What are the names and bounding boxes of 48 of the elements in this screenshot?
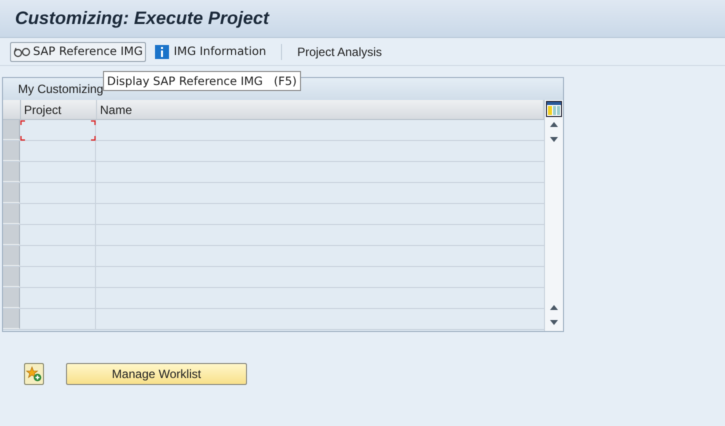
focus-marker-icon — [20, 120, 96, 141]
row-selector[interactable] — [3, 120, 20, 140]
tooltip: Display SAP Reference IMG (F5) — [103, 71, 301, 91]
row-selector[interactable] — [3, 141, 20, 161]
table-row[interactable] — [3, 288, 544, 309]
star-plus-icon — [26, 366, 42, 382]
table-row[interactable] — [3, 267, 544, 288]
table-row[interactable] — [3, 225, 544, 246]
table-row[interactable] — [3, 309, 544, 330]
table-cell[interactable] — [96, 225, 544, 245]
table-cell[interactable] — [96, 309, 544, 329]
glasses-icon — [13, 46, 31, 58]
info-icon — [154, 44, 169, 58]
manage-worklist-button[interactable]: Manage Worklist — [66, 363, 247, 385]
table-row[interactable] — [3, 204, 544, 225]
window-title: Customizing: Execute Project — [15, 7, 270, 30]
table-row[interactable] — [3, 183, 544, 204]
table-cell[interactable] — [96, 162, 544, 182]
toolbar-button[interactable]: Project Analysis — [294, 42, 385, 62]
table-row[interactable] — [3, 246, 544, 267]
scroll-down-icon[interactable] — [549, 136, 559, 144]
column-settings-icon[interactable] — [546, 101, 562, 117]
toolbar-button[interactable]: IMG Information — [152, 42, 270, 62]
table-cell[interactable] — [96, 120, 544, 140]
table-cell[interactable] — [96, 141, 544, 161]
add-favorite-button[interactable] — [24, 363, 44, 385]
table-cell[interactable] — [96, 183, 544, 203]
table-cell[interactable] — [96, 288, 544, 308]
column-header[interactable]: Project — [21, 100, 97, 119]
panel-title: My Customizing — [18, 81, 104, 98]
row-selector[interactable] — [3, 309, 20, 329]
row-selector[interactable] — [3, 267, 20, 287]
row-selector[interactable] — [3, 246, 20, 266]
table-row[interactable] — [3, 141, 544, 162]
table-row[interactable] — [3, 162, 544, 183]
scroll-up-icon[interactable] — [549, 120, 559, 128]
table-cell[interactable] — [96, 246, 544, 266]
table-cell[interactable] — [96, 267, 544, 287]
row-selector[interactable] — [3, 204, 20, 224]
row-selector[interactable] — [3, 225, 20, 245]
scroll-down-icon[interactable] — [549, 319, 559, 327]
scroll-up-icon[interactable] — [549, 303, 559, 311]
table-cell[interactable] — [20, 120, 96, 140]
row-selector[interactable] — [3, 183, 20, 203]
toolbar-button[interactable]: SAP Reference IMG — [10, 42, 146, 62]
table-cell[interactable] — [96, 204, 544, 224]
row-selector[interactable] — [3, 162, 20, 182]
row-selector[interactable] — [3, 288, 20, 308]
